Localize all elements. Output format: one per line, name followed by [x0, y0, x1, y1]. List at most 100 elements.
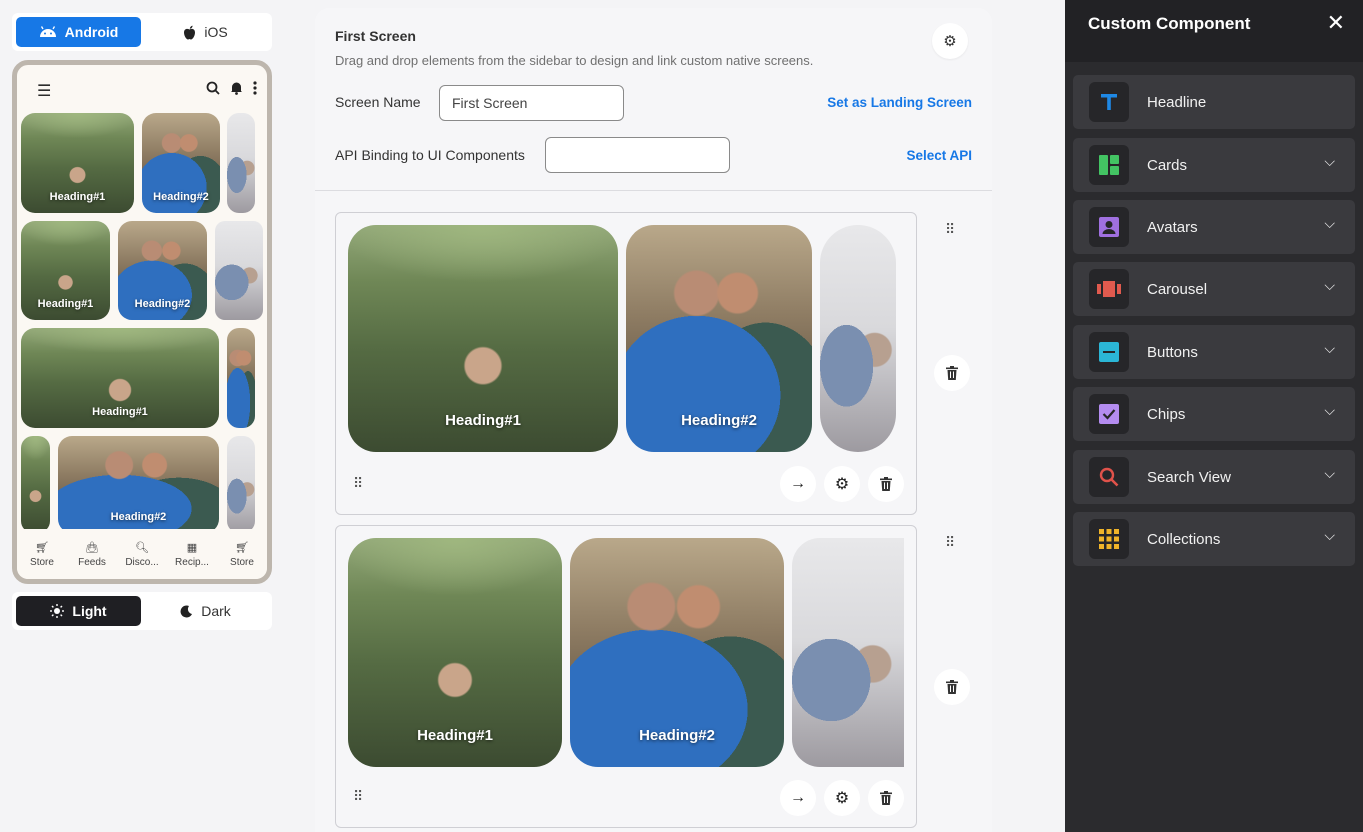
component-headline[interactable]: Headline — [1073, 75, 1355, 129]
block-delete-button[interactable] — [868, 466, 904, 502]
chips-icon — [1089, 394, 1129, 434]
nav-item-discover[interactable]: 🔍︎ Disco... — [119, 541, 165, 568]
nav-item-recipes[interactable]: ▦ Recip... — [169, 541, 215, 568]
phone-card[interactable] — [227, 113, 255, 213]
api-binding-input[interactable] — [545, 137, 730, 173]
ios-tab[interactable]: iOS — [143, 17, 268, 47]
api-binding-label: API Binding to UI Components — [335, 147, 525, 163]
phone-card[interactable]: Heading#2 — [58, 436, 219, 533]
headline-icon — [1089, 82, 1129, 122]
collections-icon — [1089, 519, 1129, 559]
light-theme-tab[interactable]: Light — [16, 596, 141, 626]
android-label: Android — [64, 24, 119, 40]
dark-theme-tab[interactable]: Dark — [143, 596, 268, 626]
trash-icon — [880, 477, 892, 491]
arrow-right-icon: → — [790, 789, 806, 806]
navigate-button[interactable]: → — [780, 780, 816, 816]
trash-icon — [880, 791, 892, 805]
screen-settings-button[interactable]: ⚙ — [932, 23, 968, 59]
component-chips[interactable]: Chips ⌵ — [1073, 387, 1355, 441]
more-vert-icon[interactable] — [253, 81, 257, 95]
chevron-down-icon[interactable]: ⌵ — [1324, 402, 1335, 419]
drag-handle-icon[interactable]: ⠿ — [353, 788, 363, 805]
phone-card[interactable] — [227, 436, 255, 533]
select-api-link[interactable]: Select API — [906, 148, 972, 163]
buttons-icon — [1089, 332, 1129, 372]
carousel-block[interactable]: Heading#1 Heading#2 ⠿ → ⚙ — [335, 212, 917, 515]
screen-name-input[interactable]: First Screen — [439, 85, 624, 121]
screen-editor: First Screen Drag and drop elements from… — [315, 8, 992, 832]
drag-handle-icon[interactable]: ⠿ — [945, 534, 955, 551]
phone-card[interactable]: Heading#1 — [21, 113, 134, 213]
cards-icon — [1089, 145, 1129, 185]
bag-icon: 👜︎ — [85, 541, 99, 554]
drag-handle-icon[interactable]: ⠿ — [945, 221, 955, 238]
android-tab[interactable]: Android — [16, 17, 141, 47]
phone-card[interactable]: Heading#2 — [142, 113, 220, 213]
phone-card[interactable] — [21, 436, 50, 533]
carousel-card[interactable] — [792, 538, 904, 767]
search-icon[interactable] — [206, 81, 220, 95]
phone-card[interactable]: Heading#1 — [21, 328, 219, 428]
carousel-card[interactable]: Heading#2 — [626, 225, 812, 452]
chevron-down-icon[interactable]: ⌵ — [1324, 215, 1335, 232]
navigate-button[interactable]: → — [780, 466, 816, 502]
component-collections[interactable]: Collections ⌵ — [1073, 512, 1355, 566]
set-landing-screen-link[interactable]: Set as Landing Screen — [827, 95, 972, 110]
block-settings-button[interactable]: ⚙ — [824, 780, 860, 816]
chevron-down-icon[interactable]: ⌵ — [1324, 465, 1335, 482]
phone-card[interactable] — [215, 221, 263, 320]
carousel-card[interactable]: Heading#1 — [348, 538, 562, 767]
component-cards[interactable]: Cards ⌵ — [1073, 138, 1355, 192]
nav-item-feeds[interactable]: 👜︎ Feeds — [69, 541, 115, 568]
platform-toggle: Android iOS — [12, 13, 272, 51]
sun-icon — [50, 604, 65, 618]
carousel-block[interactable]: Heading#1 Heading#2 ⠿ → ⚙ — [335, 525, 917, 828]
component-search-view[interactable]: Search View ⌵ — [1073, 450, 1355, 504]
zoom-icon: 🔍︎ — [135, 541, 149, 554]
gear-icon: ⚙ — [834, 476, 850, 493]
panel-title: Custom Component — [1088, 14, 1251, 33]
moon-icon — [180, 604, 193, 617]
menu-icon[interactable]: ☰ — [37, 81, 51, 101]
drag-handle-icon[interactable]: ⠿ — [353, 475, 363, 492]
nav-item-store[interactable]: 🛒︎ Store — [19, 541, 65, 568]
chevron-down-icon[interactable]: ⌵ — [1324, 340, 1335, 357]
bell-icon[interactable] — [230, 81, 243, 95]
phone-card[interactable]: Heading#1 — [21, 221, 110, 320]
light-label: Light — [72, 603, 107, 619]
component-avatars[interactable]: Avatars ⌵ — [1073, 200, 1355, 254]
carousel-icon — [1089, 269, 1129, 309]
phone-card[interactable]: Heading#2 — [118, 221, 207, 320]
gear-icon: ⚙ — [943, 33, 957, 50]
search-view-icon — [1089, 457, 1129, 497]
android-icon — [39, 26, 56, 37]
phone-app-bar: ☰ — [31, 81, 257, 101]
arrow-right-icon: → — [790, 475, 806, 492]
carousel-card[interactable]: Heading#2 — [570, 538, 784, 767]
phone-card[interactable] — [227, 328, 255, 428]
component-carousel[interactable]: Carousel ⌵ — [1073, 262, 1355, 316]
trash-icon — [946, 680, 958, 694]
chevron-down-icon[interactable]: ⌵ — [1324, 153, 1335, 170]
nav-item-store-2[interactable]: 🛒︎ Store — [219, 541, 265, 568]
apple-icon — [184, 25, 196, 39]
avatars-icon — [1089, 207, 1129, 247]
close-icon[interactable]: ✕ — [1327, 10, 1345, 36]
delete-row-button[interactable] — [934, 355, 970, 391]
delete-row-button[interactable] — [934, 669, 970, 705]
grid-icon: ▦ — [186, 541, 198, 554]
screen-header: First Screen Drag and drop elements from… — [315, 8, 992, 191]
block-settings-button[interactable]: ⚙ — [824, 466, 860, 502]
component-buttons[interactable]: Buttons ⌵ — [1073, 325, 1355, 379]
block-delete-button[interactable] — [868, 780, 904, 816]
panel-header: Custom Component ✕ — [1065, 0, 1363, 62]
carousel-card[interactable] — [820, 225, 896, 452]
dark-label: Dark — [201, 603, 231, 619]
screen-subtitle: Drag and drop elements from the sidebar … — [335, 53, 814, 68]
carousel-card[interactable]: Heading#1 — [348, 225, 618, 452]
screen-title: First Screen — [335, 28, 416, 44]
chevron-down-icon[interactable]: ⌵ — [1324, 527, 1335, 544]
cart-icon: 🛒︎ — [35, 541, 49, 554]
chevron-down-icon[interactable]: ⌵ — [1324, 277, 1335, 294]
